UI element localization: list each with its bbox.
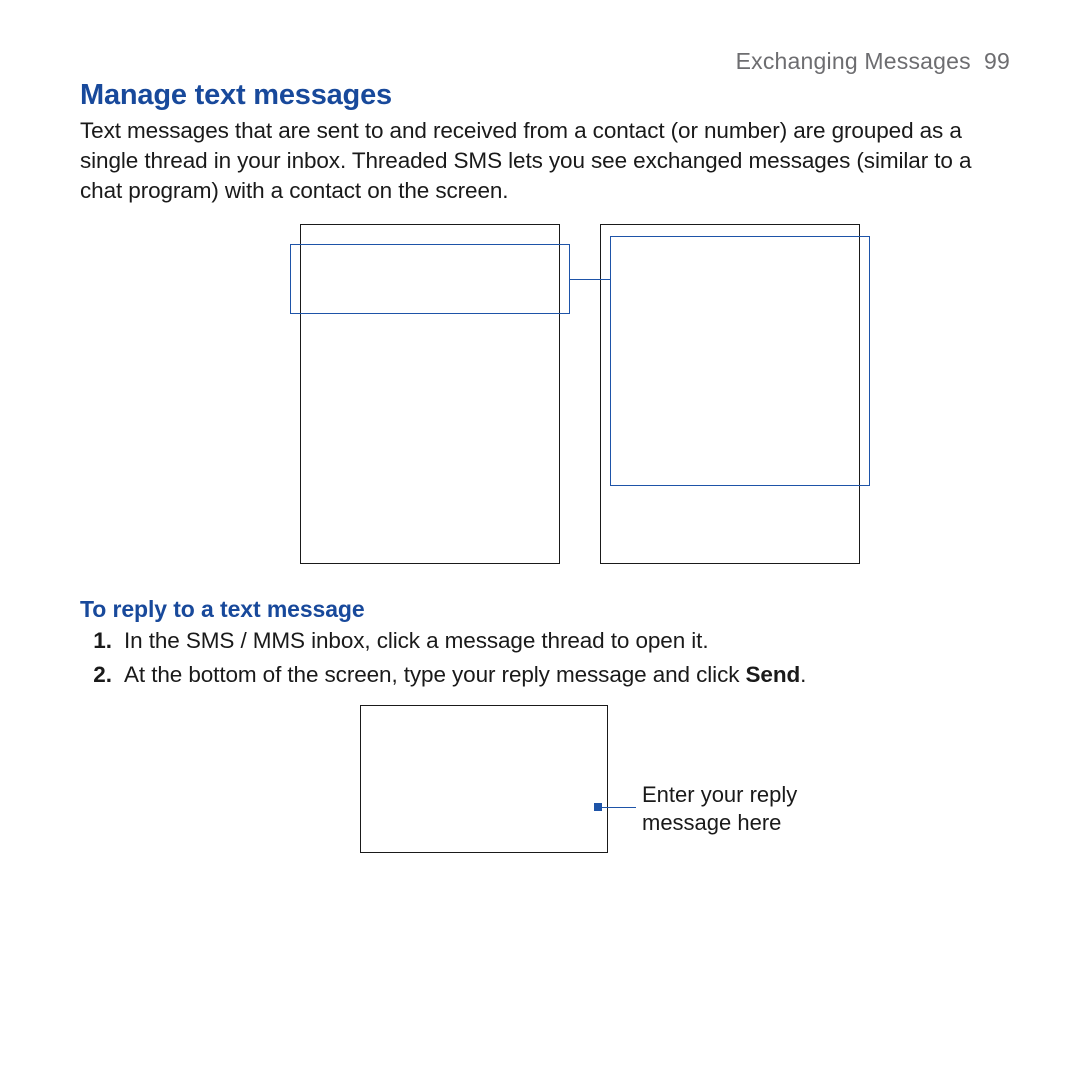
step-2-text-pre: At the bottom of the screen, type your r… <box>124 662 746 687</box>
step-1-text: In the SMS / MMS inbox, click a message … <box>124 628 708 653</box>
step-2: At the bottom of the screen, type your r… <box>118 659 1010 691</box>
manual-page: Exchanging Messages 99 Manage text messa… <box>0 0 1080 1080</box>
reply-subtitle: To reply to a text message <box>80 596 1010 623</box>
diagram-highlight-right <box>610 236 870 486</box>
step-1: In the SMS / MMS inbox, click a message … <box>118 625 1010 657</box>
chapter-title: Exchanging Messages <box>736 48 971 74</box>
diagram-connector <box>570 279 610 280</box>
step-2-bold: Send <box>746 662 801 687</box>
reply-steps: In the SMS / MMS inbox, click a message … <box>88 625 1010 691</box>
page-number: 99 <box>984 48 1010 74</box>
section-intro: Text messages that are sent to and recei… <box>80 116 990 206</box>
step-2-text-post: . <box>800 662 806 687</box>
page-header: Exchanging Messages 99 <box>80 48 1010 75</box>
reply-box <box>360 705 608 853</box>
reply-callout-connector <box>598 807 636 808</box>
thread-diagram <box>80 224 1010 574</box>
reply-callout-label: Enter your reply message here <box>642 781 862 837</box>
reply-diagram: Enter your reply message here <box>80 705 1010 875</box>
diagram-highlight-left <box>290 244 570 314</box>
section-title: Manage text messages <box>80 79 1010 112</box>
